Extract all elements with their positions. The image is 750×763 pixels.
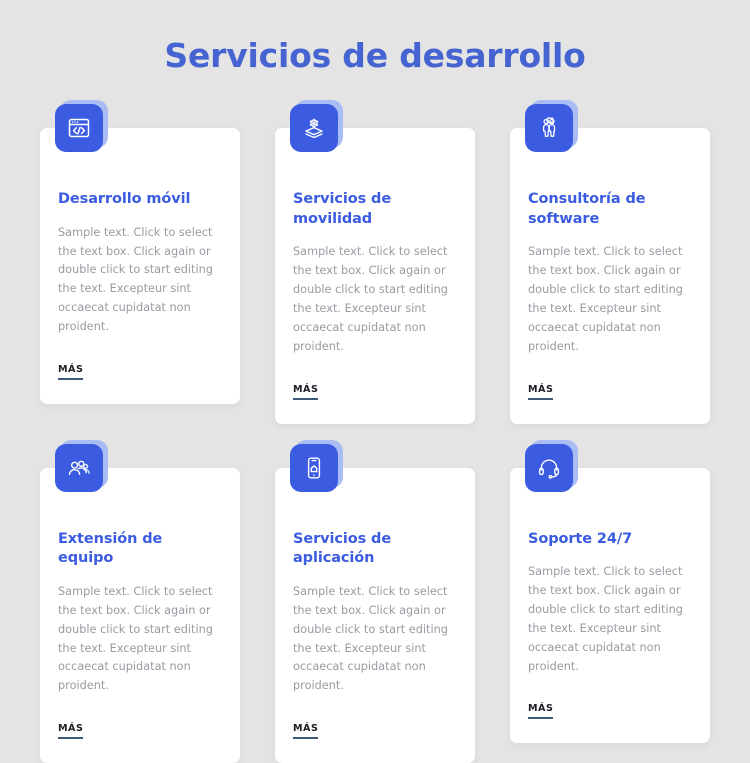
service-card-body: Sample text. Click to select the text bo…	[528, 565, 683, 673]
service-card-body: Sample text. Click to select the text bo…	[528, 245, 683, 353]
service-card-title: Servicios de movilidad	[293, 191, 392, 227]
service-card-wrapper: Soporte 24/7 Sample text. Click to selec…	[510, 439, 710, 763]
more-link[interactable]: MÁS	[58, 723, 84, 740]
team-group-icon	[55, 439, 108, 492]
service-card-title: Consultoría de software	[528, 191, 646, 227]
service-card-body: Sample text. Click to select the text bo…	[58, 225, 213, 334]
service-card-title: Servicios de aplicación	[293, 530, 392, 567]
icon-front-layer	[55, 104, 103, 152]
icon-front-layer	[525, 443, 573, 492]
code-window-icon	[55, 100, 108, 152]
smartphone-app-icon	[290, 439, 343, 492]
service-card-wrapper: Consultoría de software Sample text. Cli…	[510, 100, 710, 424]
service-card-body: Sample text. Click to select the text bo…	[293, 245, 448, 353]
layers-gear-icon	[290, 100, 343, 152]
more-link[interactable]: MÁS	[293, 723, 319, 740]
page-title: Servicios de desarrollo	[164, 36, 586, 75]
service-card[interactable]: Soporte 24/7 Sample text. Click to selec…	[510, 439, 710, 744]
icon-front-layer	[290, 104, 338, 152]
service-card-wrapper: Servicios de aplicación Sample text. Cli…	[275, 439, 475, 763]
icon-front-layer	[290, 443, 338, 492]
service-card-body: Sample text. Click to select the text bo…	[58, 585, 213, 693]
more-link[interactable]: MÁS	[293, 384, 319, 400]
service-card-title: Desarrollo móvil	[58, 191, 191, 207]
more-link[interactable]: MÁS	[528, 384, 554, 400]
service-card-wrapper: Extensión de equipo Sample text. Click t…	[40, 439, 240, 763]
service-card[interactable]: Extensión de equipo Sample text. Click t…	[40, 439, 240, 763]
service-card[interactable]: Servicios de aplicación Sample text. Cli…	[275, 439, 475, 763]
services-page: Servicios de desarrollo Desarrollo móvil…	[0, 0, 750, 763]
service-card-body: Sample text. Click to select the text bo…	[293, 585, 448, 693]
headset-support-icon	[525, 439, 578, 492]
service-card-wrapper: Servicios de movilidad Sample text. Clic…	[275, 100, 475, 424]
service-card-wrapper: Desarrollo móvil Sample text. Click to s…	[40, 100, 240, 424]
consulting-people-icon	[525, 100, 578, 152]
service-card[interactable]: Desarrollo móvil Sample text. Click to s…	[40, 100, 240, 404]
icon-front-layer	[55, 443, 103, 492]
service-card[interactable]: Consultoría de software Sample text. Cli…	[510, 100, 710, 424]
icon-front-layer	[525, 104, 573, 152]
service-card-title: Soporte 24/7	[528, 530, 633, 547]
service-card[interactable]: Servicios de movilidad Sample text. Clic…	[275, 100, 475, 424]
service-card-title: Extensión de equipo	[58, 530, 163, 567]
more-link[interactable]: MÁS	[58, 364, 84, 380]
services-grid: Desarrollo móvil Sample text. Click to s…	[40, 100, 710, 763]
more-link[interactable]: MÁS	[528, 703, 554, 720]
